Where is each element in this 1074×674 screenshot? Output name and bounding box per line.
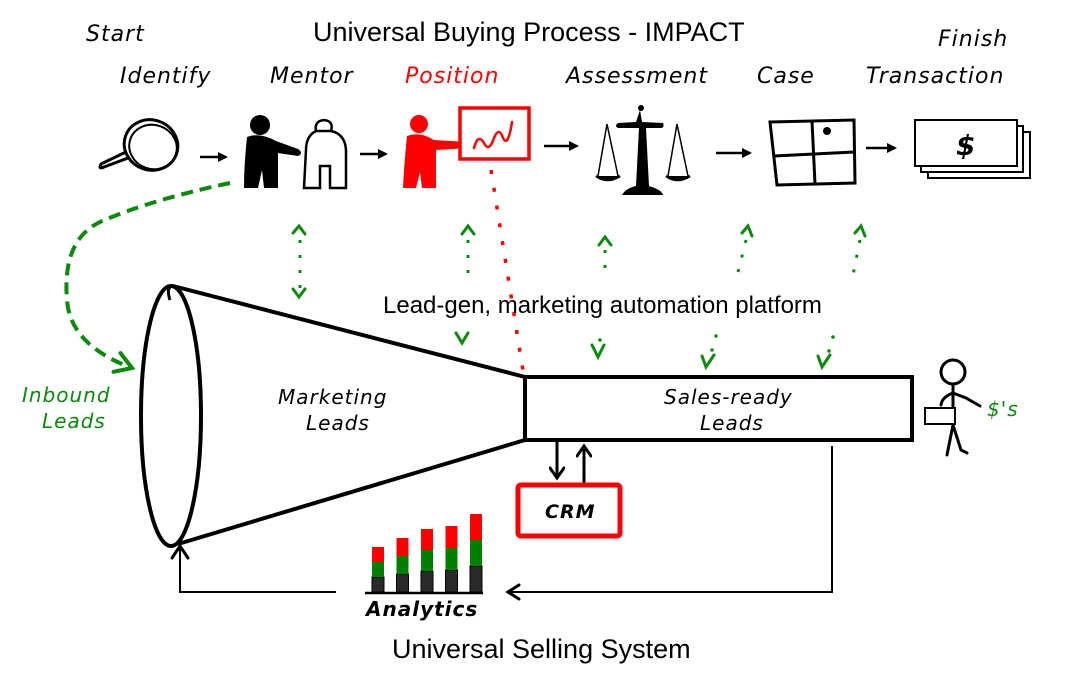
platform-label: Lead-gen, marketing automation platform — [383, 292, 822, 319]
analytics-bar-green-segment — [372, 562, 384, 577]
start-label: Start — [86, 22, 145, 47]
mentor-people-icon — [244, 115, 348, 190]
footer-title: Universal Selling System — [392, 634, 691, 664]
magnifying-glass-icon — [98, 118, 180, 172]
stage-label-transaction: Transaction — [866, 64, 1004, 89]
sales-label-line2: Leads — [700, 411, 764, 435]
analytics-bar-green-segment — [421, 550, 433, 571]
crm-label: CRM — [545, 501, 595, 523]
money-stack-icon: $ — [914, 119, 1031, 179]
analytics-bar-dark-segment — [371, 576, 385, 593]
analytics-bar-dark-segment — [445, 569, 458, 593]
marketing-label-line1: Marketing — [278, 385, 387, 409]
analytics-bar-green-segment — [470, 540, 482, 566]
analytics-bar-dark-segment — [420, 570, 434, 593]
analytics-bar-dark-segment — [469, 565, 483, 593]
analytics-label: Analytics — [364, 597, 478, 621]
feedback-to-funnel-line — [179, 548, 336, 593]
analytics-bar-red-segment — [372, 547, 384, 562]
stage-label-mentor: Mentor — [270, 64, 355, 89]
balance-scale-icon — [595, 105, 691, 195]
stage-label-identify: Identify — [120, 64, 211, 89]
stage-labels: Identify Mentor Position Assessment Case… — [120, 64, 1004, 89]
analytics-bar-red-segment — [445, 526, 458, 548]
marketing-label-line2: Leads — [306, 411, 370, 435]
salesperson-icon — [924, 358, 982, 457]
stage-label-assessment: Assessment — [564, 64, 708, 89]
analytics-bar-red-segment — [421, 529, 433, 550]
diagram-title: Universal Buying Process - IMPACT — [313, 17, 745, 47]
analytics-bar-red-segment — [396, 538, 409, 556]
analytics-chart-icon — [371, 514, 483, 593]
position-connector-line — [489, 169, 526, 378]
funnel-mouth — [139, 284, 203, 548]
dollar-sign: $ — [956, 129, 976, 162]
buying-process-diagram: Start Universal Buying Process - IMPACT … — [22, 17, 1031, 664]
finish-label: Finish — [938, 27, 1008, 52]
stage-label-position: Position — [405, 64, 499, 89]
platform-arrow-transaction — [850, 239, 862, 281]
stage-label-case: Case — [757, 64, 815, 89]
inbound-label-line1: Inbound — [22, 383, 111, 407]
sales-label-line1: Sales-ready — [664, 385, 793, 409]
presenter-chart-icon — [403, 106, 531, 188]
platform-arrow-case — [734, 239, 748, 281]
analytics-bar-green-segment — [445, 548, 458, 570]
analytics-bar-green-segment — [396, 556, 409, 574]
inbound-label-line2: Leads — [42, 409, 106, 433]
grid-quadrant-icon — [768, 118, 857, 187]
analytics-bar-dark-segment — [396, 573, 409, 593]
analytics-bar-red-segment — [470, 514, 482, 540]
revenue-label: $'s — [987, 397, 1019, 421]
